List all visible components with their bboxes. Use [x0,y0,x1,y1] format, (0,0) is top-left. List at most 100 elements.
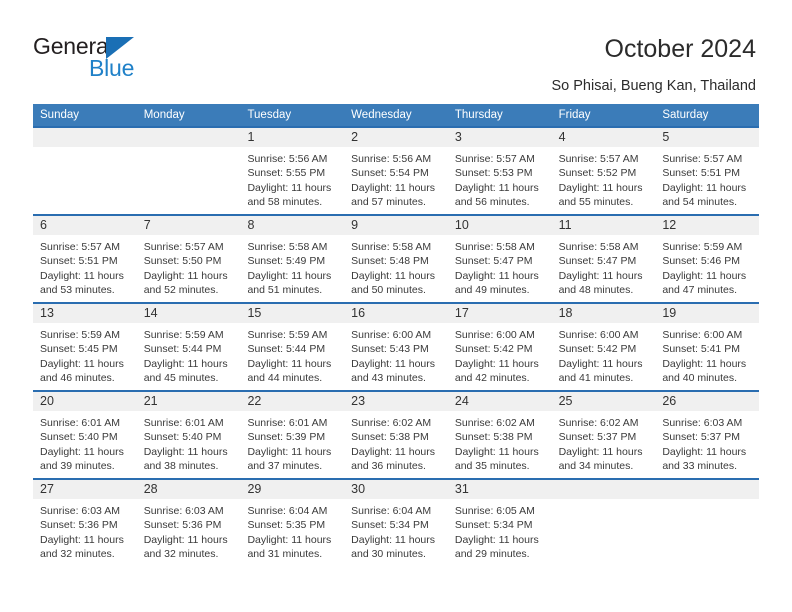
sunset-text: Sunset: 5:45 PM [40,343,118,356]
calendar-day-cell[interactable]: 25 Sunrise: 6:02 AM Sunset: 5:37 PM Dayligh… [551,392,656,478]
daylight-text: and 42 minutes. [454,372,530,385]
daylight-text: Daylight: 11 hours [143,269,228,282]
day-number: 28 [136,480,241,499]
calendar-day-cell[interactable]: 16 Sunrise: 6:00 AM Sunset: 5:43 PM Dayligh… [344,304,448,390]
calendar-day-cell[interactable]: 7 Sunrise: 5:57 AM Sunset: 5:50 PM Daylight… [136,216,241,302]
page-header: General Blue October 2024 So Phisai, Bue… [0,0,792,100]
calendar-day-cell[interactable]: 24 Sunrise: 6:02 AM Sunset: 5:38 PM Dayligh… [447,392,552,478]
day-details: Sunrise: 6:00 AM Sunset: 5:41 PM Daylight:… [655,323,759,386]
sunrise-text: Sunrise: 5:57 AM [143,241,224,253]
sunset-text: Sunset: 5:54 PM [351,167,429,180]
sunrise-text: Sunrise: 6:02 AM [454,417,535,429]
calendar-day-cell[interactable]: 12 Sunrise: 5:59 AM Sunset: 5:46 PM Dayligh… [655,216,760,302]
day-details: Sunrise: 5:57 AM Sunset: 5:52 PM Daylight:… [552,147,656,210]
daylight-text: Daylight: 11 hours [662,357,747,370]
calendar-day-cell[interactable]: 2 Sunrise: 5:56 AM Sunset: 5:54 PM Daylight… [344,128,448,214]
day-number: 10 [447,216,552,235]
day-details [33,147,137,152]
calendar-day-cell[interactable]: 26 Sunrise: 6:03 AM Sunset: 5:37 PM Dayligh… [655,392,760,478]
sunset-text: Sunset: 5:47 PM [454,255,533,268]
weekday-header-tuesday: Tuesday [247,109,292,121]
sunrise-text: Sunrise: 5:57 AM [40,241,120,253]
calendar-day-cell[interactable]: 28 Sunrise: 6:03 AM Sunset: 5:36 PM Dayligh… [136,480,241,566]
daylight-text: and 29 minutes. [454,548,530,561]
daylight-text: and 48 minutes. [558,284,634,297]
daylight-text: Daylight: 11 hours [558,181,643,194]
sunrise-text: Sunrise: 6:00 AM [558,329,639,341]
sunset-text: Sunset: 5:34 PM [351,519,429,532]
calendar-week-row: 27 Sunrise: 6:03 AM Sunset: 5:36 PM Dayligh… [33,478,760,566]
calendar-day-cell[interactable]: 30 Sunrise: 6:04 AM Sunset: 5:34 PM Dayligh… [344,480,448,566]
day-details: Sunrise: 6:01 AM Sunset: 5:40 PM Daylight:… [33,411,137,474]
day-number: 3 [447,128,552,147]
day-number: 29 [240,480,345,499]
day-details: Sunrise: 6:02 AM Sunset: 5:37 PM Daylight:… [552,411,656,474]
calendar-day-cell[interactable]: 1 Sunrise: 5:56 AM Sunset: 5:55 PM Daylight… [240,128,345,214]
day-number: 31 [447,480,552,499]
sunrise-text: Sunrise: 5:59 AM [143,329,224,341]
sunrise-text: Sunrise: 5:59 AM [40,329,120,341]
calendar-day-cell[interactable]: 27 Sunrise: 6:03 AM Sunset: 5:36 PM Dayligh… [33,480,137,566]
calendar-day-cell[interactable]: 23 Sunrise: 6:02 AM Sunset: 5:38 PM Dayligh… [344,392,448,478]
sunrise-text: Sunrise: 5:56 AM [351,153,432,165]
day-details: Sunrise: 6:03 AM Sunset: 5:36 PM Daylight:… [33,499,137,562]
weekday-header-sunday: Sunday [40,109,80,121]
daylight-text: Daylight: 11 hours [247,445,332,458]
calendar-day-cell[interactable]: 20 Sunrise: 6:01 AM Sunset: 5:40 PM Dayligh… [33,392,137,478]
day-details: Sunrise: 5:59 AM Sunset: 5:44 PM Daylight:… [240,323,344,386]
calendar-day-cell[interactable]: 3 Sunrise: 5:57 AM Sunset: 5:53 PM Daylight… [447,128,552,214]
daylight-text: and 55 minutes. [558,196,634,209]
calendar-day-cell[interactable]: 8 Sunrise: 5:58 AM Sunset: 5:49 PM Daylight… [240,216,345,302]
day-number: 16 [344,304,448,323]
calendar-day-cell[interactable]: 9 Sunrise: 5:58 AM Sunset: 5:48 PM Daylight… [344,216,448,302]
calendar-day-cell[interactable]: 19 Sunrise: 6:00 AM Sunset: 5:41 PM Dayligh… [655,304,760,390]
day-number: 9 [344,216,448,235]
sunset-text: Sunset: 5:52 PM [558,167,637,180]
daylight-text: Daylight: 11 hours [247,357,332,370]
day-number: 12 [655,216,760,235]
daylight-text: Daylight: 11 hours [143,533,228,546]
sunset-text: Sunset: 5:37 PM [662,431,740,444]
day-details [137,147,241,152]
day-number: 18 [551,304,656,323]
generalblue-logo[interactable]: General Blue [33,33,213,85]
weekday-header-thursday: Thursday [454,109,503,121]
calendar-day-cell[interactable]: 17 Sunrise: 6:00 AM Sunset: 5:42 PM Dayligh… [447,304,552,390]
calendar-day-cell[interactable]: 22 Sunrise: 6:01 AM Sunset: 5:39 PM Dayligh… [240,392,345,478]
calendar-day-cell[interactable]: 11 Sunrise: 5:58 AM Sunset: 5:47 PM Dayligh… [551,216,656,302]
calendar-day-cell[interactable]: 6 Sunrise: 5:57 AM Sunset: 5:51 PM Daylight… [33,216,137,302]
day-number: 22 [240,392,345,411]
day-number: 21 [136,392,241,411]
daylight-text: Daylight: 11 hours [558,269,643,282]
daylight-text: and 45 minutes. [143,372,219,385]
day-number: 30 [344,480,448,499]
calendar-day-cell[interactable]: 4 Sunrise: 5:57 AM Sunset: 5:52 PM Daylight… [551,128,656,214]
day-details: Sunrise: 5:57 AM Sunset: 5:53 PM Daylight:… [448,147,552,210]
calendar-day-cell[interactable]: 5 Sunrise: 5:57 AM Sunset: 5:51 PM Daylight… [655,128,760,214]
calendar-day-cell[interactable]: 29 Sunrise: 6:04 AM Sunset: 5:35 PM Dayligh… [240,480,345,566]
day-number: 20 [33,392,137,411]
day-number: 26 [655,392,760,411]
day-details: Sunrise: 5:56 AM Sunset: 5:55 PM Daylight:… [240,147,344,210]
calendar-day-cell[interactable]: 21 Sunrise: 6:01 AM Sunset: 5:40 PM Dayligh… [136,392,241,478]
calendar-day-cell[interactable]: 14 Sunrise: 5:59 AM Sunset: 5:44 PM Dayligh… [136,304,241,390]
daylight-text: and 32 minutes. [143,548,219,561]
sunset-text: Sunset: 5:42 PM [558,343,637,356]
sunrise-text: Sunrise: 6:00 AM [351,329,432,341]
day-number: 11 [551,216,656,235]
sunrise-text: Sunrise: 6:05 AM [454,505,535,517]
weekday-header-wednesday: Wednesday [351,109,412,121]
day-number: 27 [33,480,137,499]
sunrise-text: Sunrise: 5:58 AM [351,241,432,253]
day-number [655,480,760,499]
calendar-day-cell[interactable]: 31 Sunrise: 6:05 AM Sunset: 5:34 PM Dayligh… [447,480,552,566]
day-number: 13 [33,304,137,323]
calendar-day-cell[interactable]: 10 Sunrise: 5:58 AM Sunset: 5:47 PM Dayligh… [447,216,552,302]
daylight-text: Daylight: 11 hours [662,269,747,282]
calendar-day-cell[interactable]: 18 Sunrise: 6:00 AM Sunset: 5:42 PM Dayligh… [551,304,656,390]
calendar-day-cell[interactable]: 13 Sunrise: 5:59 AM Sunset: 5:45 PM Dayligh… [33,304,137,390]
calendar-day-cell[interactable]: 15 Sunrise: 5:59 AM Sunset: 5:44 PM Dayligh… [240,304,345,390]
sunrise-text: Sunrise: 6:02 AM [351,417,432,429]
daylight-text: and 37 minutes. [247,460,323,473]
calendar-week-row: 20 Sunrise: 6:01 AM Sunset: 5:40 PM Dayligh… [33,390,760,478]
